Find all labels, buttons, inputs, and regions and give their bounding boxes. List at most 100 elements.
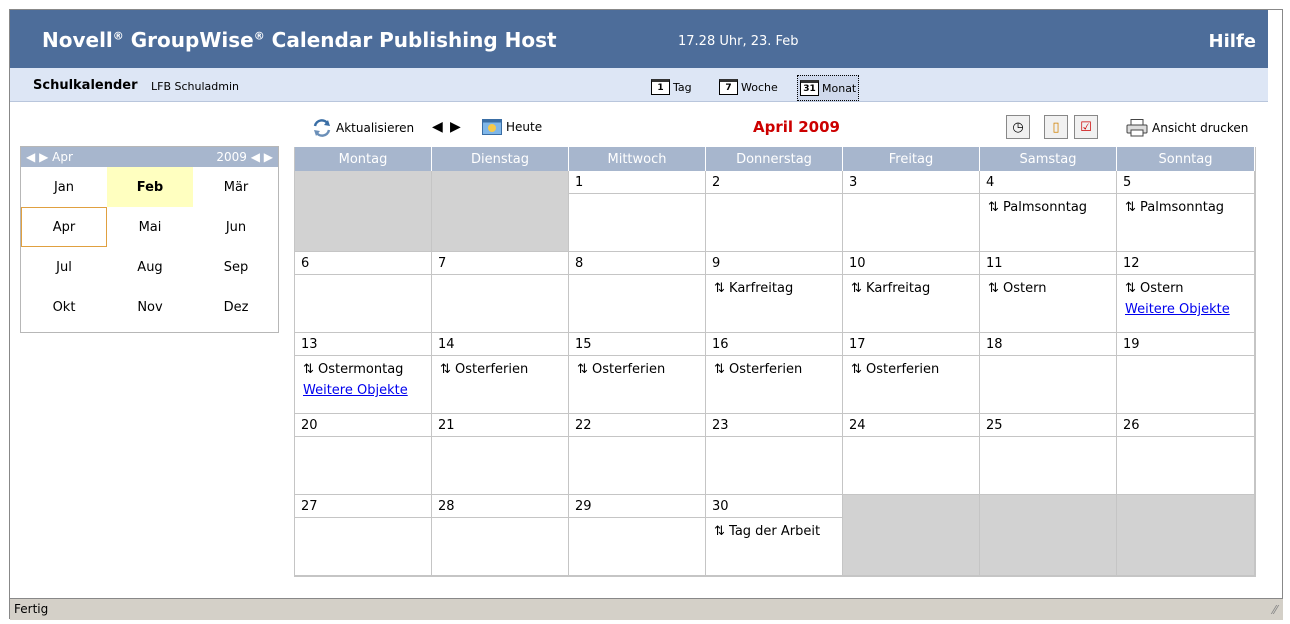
day-number[interactable]: 28 bbox=[432, 495, 568, 518]
mini-month-7[interactable]: Aug bbox=[107, 247, 193, 287]
day-number[interactable]: 29 bbox=[569, 495, 705, 518]
calendar-event[interactable]: ⇅ Palmsonntag bbox=[1117, 194, 1254, 215]
day-number[interactable]: 26 bbox=[1117, 414, 1254, 437]
day-number[interactable]: 2 bbox=[706, 171, 842, 194]
view-week-button[interactable]: 7 Woche bbox=[719, 77, 778, 97]
day-number[interactable]: 8 bbox=[569, 252, 705, 275]
mini-month-4[interactable]: Mai bbox=[107, 207, 193, 247]
day-number[interactable]: 19 bbox=[1117, 333, 1254, 356]
day-cell[interactable]: 23 bbox=[706, 414, 843, 495]
day-number[interactable]: 18 bbox=[980, 333, 1116, 356]
calendar-event[interactable]: ⇅ Osterferien bbox=[432, 356, 568, 377]
prev-arrow-icon[interactable]: ◀ bbox=[26, 150, 35, 164]
mini-month-11[interactable]: Dez bbox=[193, 287, 279, 327]
calendar-event[interactable]: ⇅ Karfreitag bbox=[843, 275, 979, 296]
day-cell[interactable]: 7 bbox=[432, 252, 569, 333]
day-cell[interactable]: 22 bbox=[569, 414, 706, 495]
day-cell[interactable]: 27 bbox=[295, 495, 432, 576]
day-number[interactable]: 17 bbox=[843, 333, 979, 356]
prev-month-button[interactable]: ◀ bbox=[432, 119, 443, 135]
mini-month-2[interactable]: Mär bbox=[193, 167, 279, 207]
day-cell[interactable]: 15 ⇅ Osterferien bbox=[569, 333, 706, 414]
day-cell[interactable]: 18 bbox=[980, 333, 1117, 414]
prev-arrow-icon[interactable]: ◀ bbox=[251, 150, 260, 164]
day-number[interactable]: 10 bbox=[843, 252, 979, 275]
day-cell[interactable]: 5 ⇅ Palmsonntag bbox=[1117, 171, 1255, 252]
more-items-link[interactable]: Weitere Objekte bbox=[1117, 296, 1254, 317]
calendar-event[interactable]: ⇅ Palmsonntag bbox=[980, 194, 1116, 215]
day-cell[interactable]: 24 bbox=[843, 414, 980, 495]
mini-month-3[interactable]: Apr bbox=[21, 207, 107, 247]
day-number[interactable]: 23 bbox=[706, 414, 842, 437]
day-number[interactable]: 20 bbox=[295, 414, 431, 437]
day-number[interactable]: 12 bbox=[1117, 252, 1254, 275]
day-cell[interactable]: 25 bbox=[980, 414, 1117, 495]
day-cell[interactable]: 11 ⇅ Ostern bbox=[980, 252, 1117, 333]
day-number[interactable]: 4 bbox=[980, 171, 1116, 194]
day-cell[interactable]: 9 ⇅ Karfreitag bbox=[706, 252, 843, 333]
day-number[interactable]: 21 bbox=[432, 414, 568, 437]
appointment-filter-button[interactable]: ◷ bbox=[1006, 115, 1030, 139]
day-cell[interactable]: 1 bbox=[569, 171, 706, 252]
day-number[interactable]: 14 bbox=[432, 333, 568, 356]
day-number[interactable]: 13 bbox=[295, 333, 431, 356]
day-cell[interactable]: 29 bbox=[569, 495, 706, 576]
day-number[interactable]: 1 bbox=[569, 171, 705, 194]
day-number[interactable]: 7 bbox=[432, 252, 568, 275]
day-cell[interactable]: 17 ⇅ Osterferien bbox=[843, 333, 980, 414]
day-cell[interactable]: 10 ⇅ Karfreitag bbox=[843, 252, 980, 333]
mini-month-8[interactable]: Sep bbox=[193, 247, 279, 287]
day-number[interactable]: 27 bbox=[295, 495, 431, 518]
print-view-button[interactable]: Ansicht drucken bbox=[1126, 119, 1248, 137]
day-number[interactable]: 24 bbox=[843, 414, 979, 437]
mini-year-nav[interactable]: 2009 ◀ ▶ bbox=[216, 150, 273, 164]
help-link[interactable]: Hilfe bbox=[1209, 31, 1256, 52]
calendar-event[interactable]: ⇅ Osterferien bbox=[706, 356, 842, 377]
day-cell[interactable]: 14 ⇅ Osterferien bbox=[432, 333, 569, 414]
more-items-link[interactable]: Weitere Objekte bbox=[295, 377, 431, 398]
calendar-event[interactable]: ⇅ Osterferien bbox=[843, 356, 979, 377]
refresh-button[interactable]: Aktualisieren bbox=[312, 119, 414, 137]
day-cell[interactable]: 13 ⇅ Ostermontag Weitere Objekte bbox=[295, 333, 432, 414]
mini-month-1[interactable]: Feb bbox=[107, 167, 193, 207]
day-cell[interactable]: 30 ⇅ Tag der Arbeit bbox=[706, 495, 843, 576]
calendar-event[interactable]: ⇅ Ostern bbox=[1117, 275, 1254, 296]
today-button[interactable]: Heute bbox=[482, 119, 542, 135]
day-cell[interactable]: 16 ⇅ Osterferien bbox=[706, 333, 843, 414]
calendar-event[interactable]: ⇅ Tag der Arbeit bbox=[706, 518, 842, 539]
day-cell[interactable]: 21 bbox=[432, 414, 569, 495]
task-filter-button[interactable]: ☑ bbox=[1074, 115, 1098, 139]
mini-month-9[interactable]: Okt bbox=[21, 287, 107, 327]
day-number[interactable]: 5 bbox=[1117, 171, 1254, 194]
next-arrow-icon[interactable]: ▶ bbox=[39, 150, 48, 164]
day-cell[interactable]: 19 bbox=[1117, 333, 1255, 414]
day-number[interactable]: 25 bbox=[980, 414, 1116, 437]
view-day-button[interactable]: 1 Tag bbox=[651, 77, 692, 97]
day-cell[interactable]: 12 ⇅ Ostern Weitere Objekte bbox=[1117, 252, 1255, 333]
calendar-event[interactable]: ⇅ Karfreitag bbox=[706, 275, 842, 296]
day-cell[interactable]: 3 bbox=[843, 171, 980, 252]
view-month-button[interactable]: 31 Monat bbox=[797, 75, 860, 101]
day-number[interactable]: 11 bbox=[980, 252, 1116, 275]
day-number[interactable]: 6 bbox=[295, 252, 431, 275]
calendar-event[interactable]: ⇅ Osterferien bbox=[569, 356, 705, 377]
calendar-event[interactable]: ⇅ Ostermontag bbox=[295, 356, 431, 377]
calendar-event[interactable]: ⇅ Ostern bbox=[980, 275, 1116, 296]
day-cell[interactable]: 26 bbox=[1117, 414, 1255, 495]
day-cell[interactable]: 2 bbox=[706, 171, 843, 252]
day-cell[interactable]: 20 bbox=[295, 414, 432, 495]
day-number[interactable]: 16 bbox=[706, 333, 842, 356]
mini-month-10[interactable]: Nov bbox=[107, 287, 193, 327]
day-cell[interactable]: 6 bbox=[295, 252, 432, 333]
resize-grip-icon[interactable]: ⁄⁄ bbox=[1273, 603, 1277, 617]
day-number[interactable]: 3 bbox=[843, 171, 979, 194]
mini-month-0[interactable]: Jan bbox=[21, 167, 107, 207]
next-arrow-icon[interactable]: ▶ bbox=[264, 150, 273, 164]
mini-month-6[interactable]: Jul bbox=[21, 247, 107, 287]
mini-month-5[interactable]: Jun bbox=[193, 207, 279, 247]
day-number[interactable]: 15 bbox=[569, 333, 705, 356]
next-month-button[interactable]: ▶ bbox=[450, 119, 461, 135]
day-cell[interactable]: 28 bbox=[432, 495, 569, 576]
note-filter-button[interactable]: ▯ bbox=[1044, 115, 1068, 139]
day-number[interactable]: 9 bbox=[706, 252, 842, 275]
